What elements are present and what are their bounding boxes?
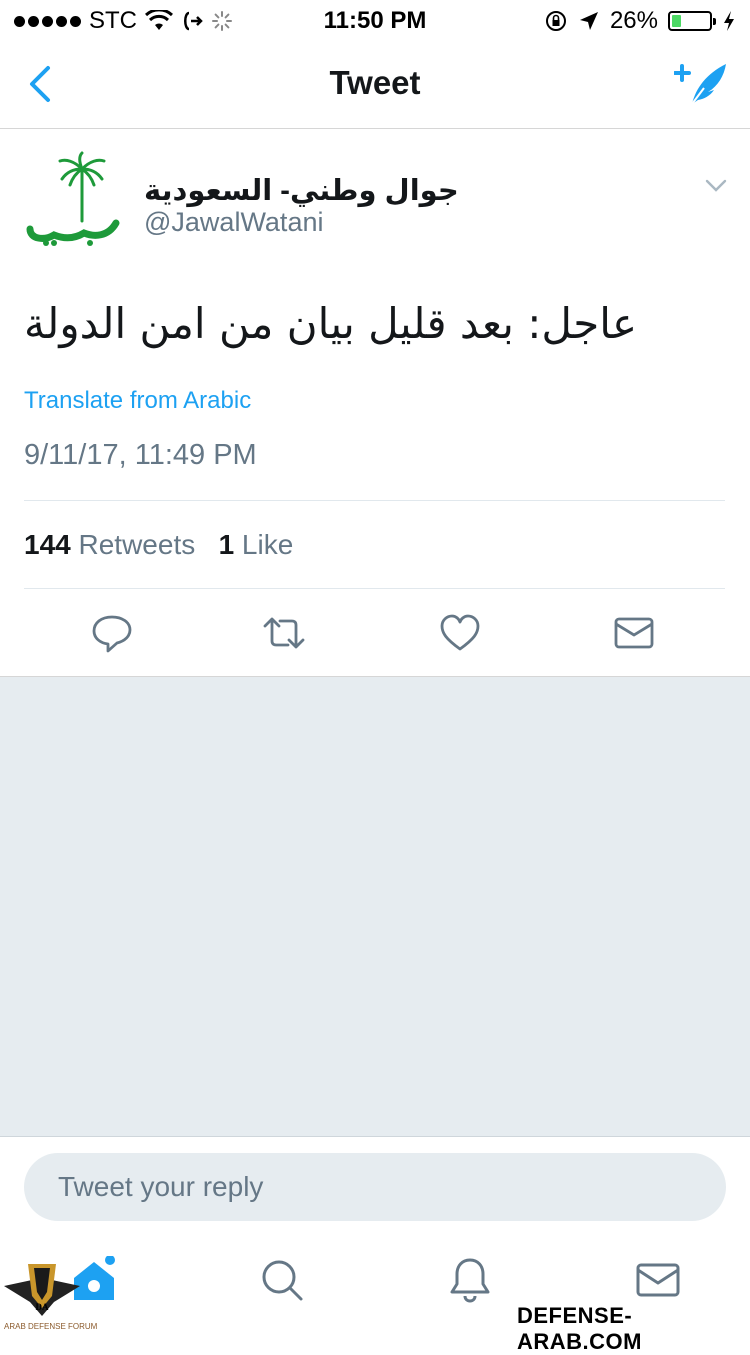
divider — [24, 500, 725, 501]
forum-name-watermark: ARAB DEFENSE FORUM — [4, 1322, 98, 1331]
like-heart-icon[interactable] — [438, 611, 482, 655]
tweet-actions — [0, 611, 750, 659]
tweet-timestamp: 9/11/17, 11:49 PM — [24, 439, 257, 471]
tweet-detail: جوال وطني- السعودية @JawalWatani عاجل: ب… — [0, 129, 750, 675]
svg-text:DA: DA — [36, 1302, 49, 1312]
battery-icon — [668, 11, 716, 31]
site-watermark: DEFENSE-ARAB.COM — [513, 1303, 750, 1355]
messages-envelope-icon[interactable] — [634, 1256, 682, 1304]
orientation-lock-icon — [545, 11, 566, 31]
retweet-icon[interactable] — [262, 611, 306, 655]
display-name[interactable]: جوال وطني- السعودية — [144, 173, 459, 208]
charging-bolt-icon — [724, 11, 734, 31]
reply-bar — [0, 1136, 750, 1237]
translate-link[interactable]: Translate from Arabic — [24, 387, 251, 415]
tweet-text: عاجل: بعد قليل بيان من امن الدولة — [24, 299, 638, 348]
user-handle[interactable]: @JawalWatani — [144, 207, 323, 238]
reply-input[interactable] — [24, 1153, 726, 1221]
divider — [24, 588, 725, 589]
compose-tweet-icon[interactable] — [674, 58, 730, 108]
battery-level — [672, 15, 681, 27]
location-arrow-icon — [579, 12, 598, 30]
likes-count[interactable]: 1 — [219, 529, 235, 560]
retweets-label[interactable]: Retweets — [79, 529, 196, 560]
search-icon[interactable] — [258, 1256, 306, 1304]
tweet-stats: 144 Retweets 1 Like — [24, 529, 293, 561]
page-title: Tweet — [329, 64, 421, 101]
status-bar: STC 11:50 PM 26% — [0, 0, 750, 40]
replies-area — [0, 676, 750, 1136]
notifications-bell-icon[interactable] — [446, 1256, 494, 1304]
likes-label[interactable]: Like — [242, 529, 293, 560]
status-right: 26% — [544, 7, 736, 35]
navigation-bar: Tweet — [0, 40, 750, 129]
retweets-count[interactable]: 144 — [24, 529, 71, 560]
avatar[interactable] — [24, 151, 122, 249]
battery-percent: 26% — [609, 7, 658, 34]
direct-message-icon[interactable] — [612, 611, 656, 655]
chevron-down-icon[interactable] — [704, 173, 728, 197]
reply-icon[interactable] — [90, 611, 134, 655]
